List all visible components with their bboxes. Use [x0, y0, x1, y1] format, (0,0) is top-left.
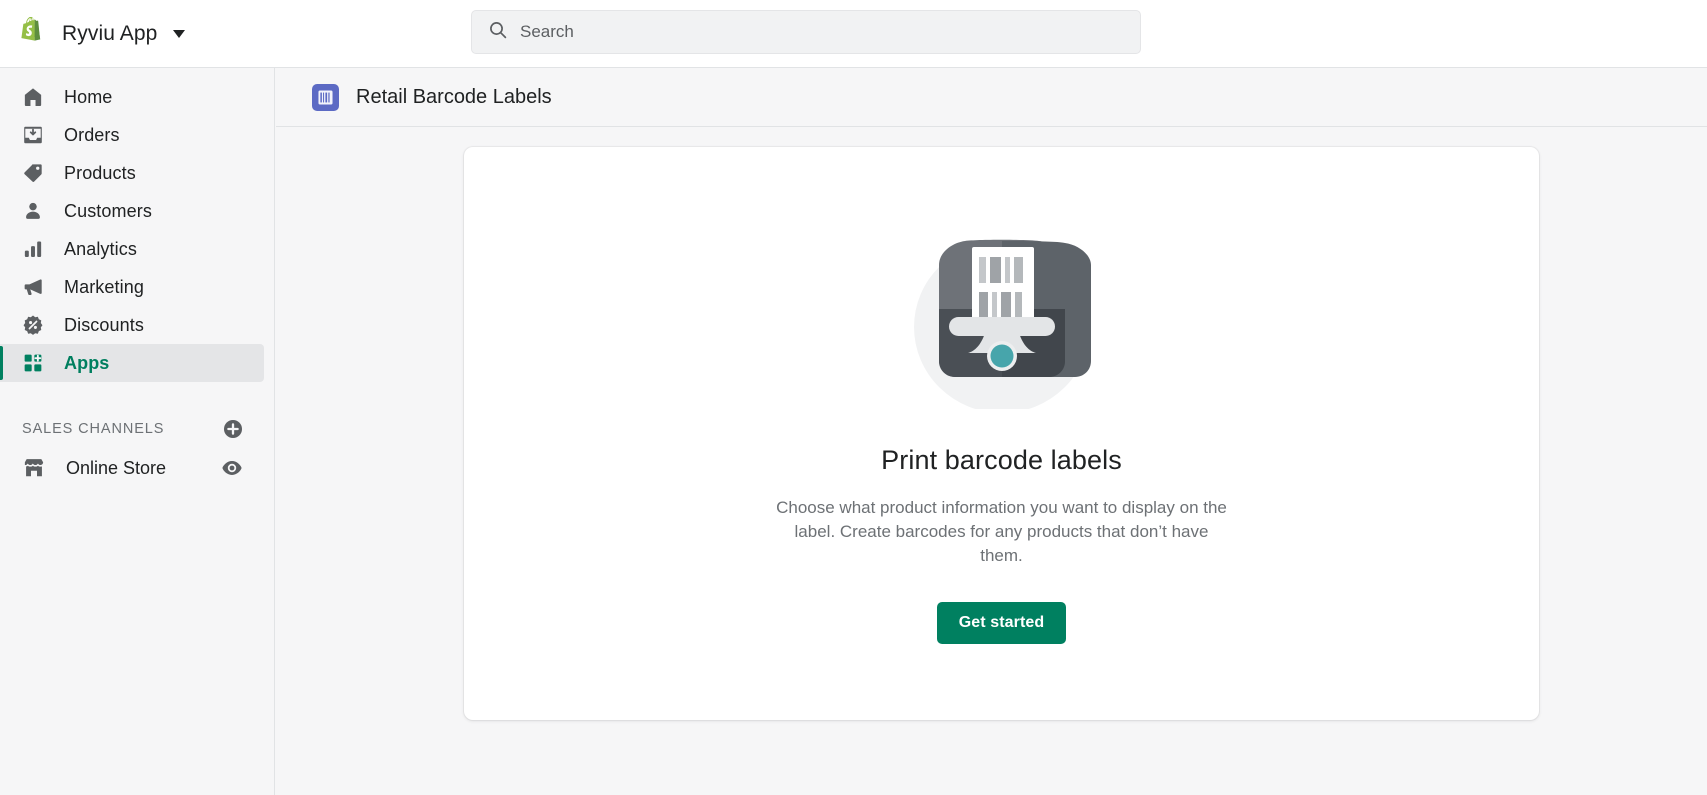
tag-icon	[22, 162, 44, 184]
label-printer-illustration	[867, 199, 1137, 409]
sidebar-item-label: Customers	[64, 201, 152, 222]
apps-grid-plus-icon	[22, 352, 44, 374]
channel-label: Online Store	[66, 458, 200, 479]
search-icon	[488, 20, 508, 45]
sidebar-item-customers[interactable]: Customers	[0, 192, 264, 230]
orders-inbox-icon	[22, 124, 44, 146]
empty-state-description: Choose what product information you want…	[776, 496, 1228, 568]
sales-channels-header: SALES CHANNELS	[0, 410, 274, 448]
sidebar-item-label: Analytics	[64, 239, 137, 260]
sales-channels-title: SALES CHANNELS	[22, 421, 164, 437]
sidebar-item-label: Home	[64, 87, 112, 108]
sidebar-item-apps[interactable]: Apps	[0, 344, 264, 382]
search-input[interactable]: Search	[471, 10, 1141, 54]
search-container[interactable]: Search	[471, 10, 1141, 54]
sidebar-item-products[interactable]: Products	[0, 154, 264, 192]
sidebar-item-marketing[interactable]: Marketing	[0, 268, 264, 306]
eye-icon[interactable]	[220, 456, 244, 480]
chevron-down-icon	[173, 30, 185, 38]
barcode-app-icon	[312, 84, 339, 111]
sidebar-item-discounts[interactable]: Discounts	[0, 306, 264, 344]
person-icon	[22, 200, 44, 222]
main-content: Print barcode labels Choose what product…	[276, 127, 1707, 795]
page-header: Retail Barcode Labels	[276, 68, 1707, 127]
sidebar-item-label: Marketing	[64, 277, 144, 298]
shopify-admin-window: Ryviu App Search Home	[0, 0, 1707, 795]
sidebar-item-label: Orders	[64, 125, 120, 146]
home-icon	[22, 86, 44, 108]
megaphone-icon	[22, 276, 44, 298]
nav-divider-space	[0, 382, 274, 396]
storefront-icon	[22, 456, 46, 480]
store-switcher[interactable]: Ryviu App	[0, 17, 300, 51]
top-bar: Ryviu App Search	[0, 0, 1707, 68]
shopify-bag-icon	[18, 17, 48, 51]
empty-state-card: Print barcode labels Choose what product…	[464, 147, 1539, 720]
sidebar-item-label: Products	[64, 163, 136, 184]
search-placeholder: Search	[520, 22, 574, 42]
sidebar-item-orders[interactable]: Orders	[0, 116, 264, 154]
sidebar-item-home[interactable]: Home	[0, 78, 264, 116]
discount-badge-icon	[22, 314, 44, 336]
sidebar-item-label: Discounts	[64, 315, 144, 336]
get-started-button[interactable]: Get started	[937, 602, 1067, 644]
store-name: Ryviu App	[62, 22, 157, 46]
page-title: Retail Barcode Labels	[356, 86, 552, 109]
sidebar-nav: Home Orders Products	[0, 68, 275, 795]
sidebar-item-online-store[interactable]: Online Store	[0, 448, 274, 488]
sidebar-item-label: Apps	[64, 353, 109, 374]
sidebar-item-analytics[interactable]: Analytics	[0, 230, 264, 268]
bar-chart-icon	[22, 238, 44, 260]
empty-state-title: Print barcode labels	[881, 445, 1122, 476]
circle-plus-icon[interactable]	[222, 418, 244, 440]
